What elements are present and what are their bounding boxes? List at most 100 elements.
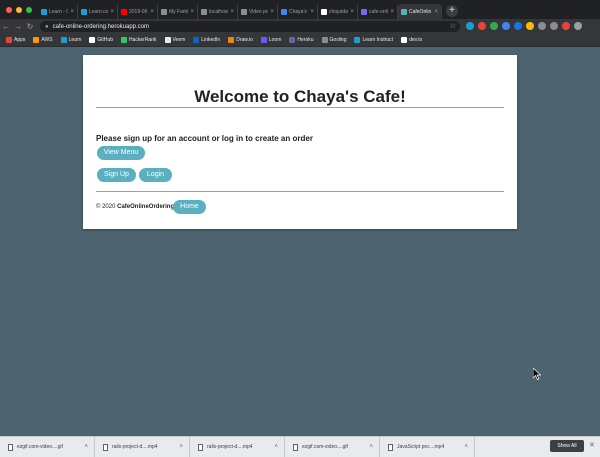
tab-close-icon[interactable]: × xyxy=(390,9,394,15)
profile-avatar[interactable] xyxy=(562,22,570,30)
browser-tab[interactable]: 2019-06 × xyxy=(118,4,158,19)
bookmark-item[interactable]: AWS xyxy=(33,37,53,43)
download-item[interactable]: rails-project-d....mp4 ˄ xyxy=(95,437,190,457)
tab-favicon-icon xyxy=(81,8,87,15)
tab-close-icon[interactable]: × xyxy=(110,9,114,15)
browser-tab[interactable]: CafeOnlin × xyxy=(398,4,442,19)
new-tab-button[interactable]: + xyxy=(446,5,458,17)
tab-title: cafe-onli xyxy=(369,8,388,15)
download-filename: JavaScript pro....mp4 xyxy=(397,444,445,450)
bookmark-star-icon[interactable]: ☆ xyxy=(450,22,456,30)
bookmark-item[interactable]: GitHub xyxy=(89,37,113,43)
show-all-button[interactable]: Show All xyxy=(550,440,584,452)
download-filename: ezgif.com-video....gif xyxy=(302,444,348,450)
bookmark-label: AWS xyxy=(41,37,53,43)
tab-close-icon[interactable]: × xyxy=(350,9,354,15)
bookmark-label: Loom xyxy=(268,37,282,43)
download-filename: rails-project-d....mp4 xyxy=(207,444,253,450)
close-window-icon[interactable] xyxy=(6,7,12,13)
chevron-up-icon[interactable]: ˄ xyxy=(464,444,468,450)
bookmark-favicon-icon xyxy=(228,37,235,43)
tab-title: Learn - Cl xyxy=(49,8,68,15)
download-filename: rails-project-d....mp4 xyxy=(112,444,158,450)
tab-favicon-icon xyxy=(121,8,127,15)
chevron-up-icon[interactable]: ˄ xyxy=(369,444,373,450)
puzzle-icon[interactable] xyxy=(550,22,558,30)
home-button[interactable]: Home xyxy=(173,200,206,214)
extension-icon[interactable] xyxy=(478,22,486,30)
bookmark-item[interactable]: Heroku xyxy=(289,37,314,43)
reload-icon[interactable]: ↻ xyxy=(24,22,36,31)
tab-close-icon[interactable]: × xyxy=(230,9,234,15)
divider xyxy=(96,107,504,108)
maximize-window-icon[interactable] xyxy=(26,7,32,13)
footer-brand: CafeOnlineOrdering xyxy=(117,204,175,210)
welcome-card: Welcome to Chaya's Cafe! Please sign up … xyxy=(83,55,517,229)
bookmark-favicon-icon xyxy=(260,37,267,43)
browser-tab[interactable]: Video pro × xyxy=(238,4,278,19)
browser-tab[interactable]: chayadas × xyxy=(318,4,358,19)
more-menu-icon[interactable] xyxy=(574,22,582,30)
tab-title: chayadas xyxy=(329,8,349,15)
tab-close-icon[interactable]: × xyxy=(310,9,314,15)
bookmark-label: GitHub xyxy=(97,37,113,43)
bookmark-item[interactable]: Learn Instruct xyxy=(354,37,393,43)
extension-icon[interactable] xyxy=(502,22,510,30)
tab-close-icon[interactable]: × xyxy=(270,9,274,15)
forward-icon[interactable]: → xyxy=(12,22,24,31)
bookmark-item[interactable]: dev.to xyxy=(401,37,422,43)
browser-tab[interactable]: localhost × xyxy=(198,4,238,19)
address-bar[interactable]: ● cafe-online-ordering.herokuapp.com ☆ xyxy=(40,21,460,32)
page-title: Welcome to Chaya's Cafe! xyxy=(194,87,406,106)
sign-up-button[interactable]: Sign Up xyxy=(97,168,136,182)
bookmark-label: Learn Instruct xyxy=(362,37,394,43)
browser-tab[interactable]: My Famil × xyxy=(158,4,198,19)
bookmark-label: Apps xyxy=(14,37,26,43)
tab-close-icon[interactable]: × xyxy=(150,9,154,15)
extension-icon[interactable] xyxy=(514,22,522,30)
bookmark-item[interactable]: Apps xyxy=(6,37,25,43)
bookmark-item[interactable]: Learn xyxy=(60,37,82,43)
bookmark-item[interactable]: LinkedIn xyxy=(193,37,220,43)
bookmark-label: dev.to xyxy=(409,37,423,43)
extension-icon[interactable] xyxy=(538,22,546,30)
browser-tab[interactable]: cafe-onli × xyxy=(358,4,398,19)
bookmark-favicon-icon xyxy=(60,37,67,43)
login-button[interactable]: Login xyxy=(139,168,172,182)
bookmark-label: Heroku xyxy=(297,37,314,43)
view-menu-button[interactable]: View Menu xyxy=(97,146,145,160)
bookmark-item[interactable]: Loom xyxy=(260,37,282,43)
bookmark-item[interactable]: Draw.io xyxy=(228,37,253,43)
back-icon[interactable]: ← xyxy=(0,22,12,31)
extension-icon[interactable] xyxy=(490,22,498,30)
download-item[interactable]: ezgif.com-video....gif ˄ xyxy=(0,437,95,457)
file-icon xyxy=(8,443,13,451)
extensions xyxy=(466,22,582,30)
extension-icon[interactable] xyxy=(526,22,534,30)
download-item[interactable]: JavaScript pro....mp4 ˄ xyxy=(380,437,475,457)
bookmark-favicon-icon xyxy=(354,37,361,43)
bookmark-item[interactable]: HackerRank xyxy=(120,37,157,43)
browser-tab[interactable]: Chaya's × xyxy=(278,4,318,19)
window-controls xyxy=(0,7,38,19)
bookmark-label: Learn xyxy=(68,37,82,43)
chevron-up-icon[interactable]: ˄ xyxy=(179,444,183,450)
extension-icon[interactable] xyxy=(466,22,474,30)
browser-tab[interactable]: Learn.co × xyxy=(78,4,118,19)
tab-close-icon[interactable]: × xyxy=(190,9,194,15)
bookmark-item[interactable]: Veem xyxy=(164,37,185,43)
minimize-window-icon[interactable] xyxy=(16,7,22,13)
tab-title: Chaya's xyxy=(289,8,307,15)
bookmark-favicon-icon xyxy=(321,37,328,43)
chevron-up-icon[interactable]: ˄ xyxy=(84,444,88,450)
chevron-up-icon[interactable]: ˄ xyxy=(274,444,278,450)
footer-copyright: © 2020 CafeOnlineOrdering xyxy=(96,204,174,210)
bookmark-item[interactable]: Gosling xyxy=(321,37,346,43)
tab-close-icon[interactable]: × xyxy=(434,9,438,15)
close-downloads-icon[interactable]: ✕ xyxy=(589,441,595,449)
tab-close-icon[interactable]: × xyxy=(70,9,74,15)
browser-tab[interactable]: Learn - Cl× xyxy=(38,4,78,19)
download-item[interactable]: rails-project-d....mp4 ˄ xyxy=(190,437,285,457)
download-item[interactable]: ezgif.com-video....gif ˄ xyxy=(285,437,380,457)
bookmarks-bar: Apps AWS Learn GitHub HackerRank Veem LinkedIn… xyxy=(0,34,600,47)
